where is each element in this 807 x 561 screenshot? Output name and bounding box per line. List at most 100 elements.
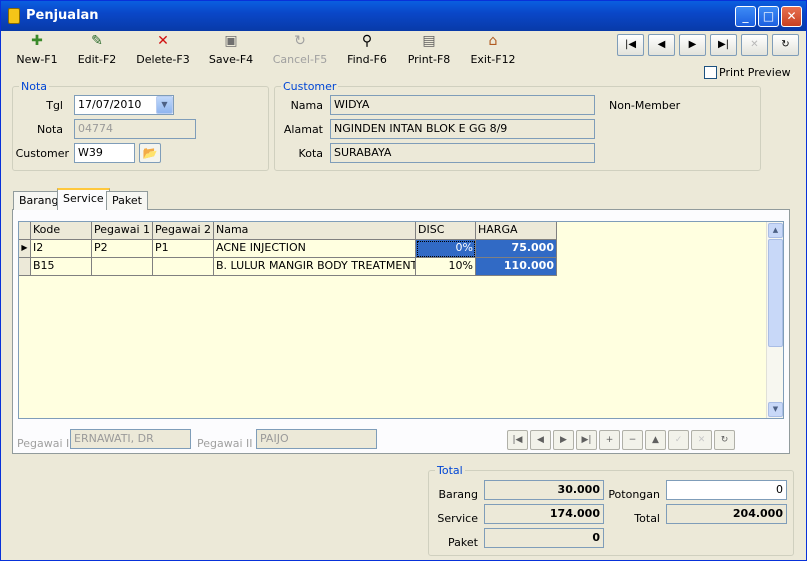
new-button[interactable]: ✚ New-F1 xyxy=(3,33,71,71)
grid-nav-prev-button[interactable]: ◀ xyxy=(530,430,551,450)
col-header-disc[interactable]: DISC xyxy=(416,222,476,240)
col-header-pegawai1[interactable]: Pegawai 1 xyxy=(92,222,153,240)
grid-nav-edit-button[interactable]: ▲ xyxy=(645,430,666,450)
cell-nama[interactable]: B. LULUR MANGIR BODY TREATMENT xyxy=(214,258,416,276)
cell-harga[interactable]: 110.000 xyxy=(476,258,557,276)
close-button[interactable]: ✕ xyxy=(781,6,802,27)
customer-code-field[interactable]: W39 xyxy=(74,143,135,163)
title-bar[interactable]: Penjualan _ □ ✕ xyxy=(1,1,806,31)
pegawai1-label: Pegawai I xyxy=(17,437,70,450)
pegawai2-label: Pegawai II xyxy=(197,437,253,450)
print-button[interactable]: ▤ Print-F8 xyxy=(395,33,463,71)
exit-label: Exit-F12 xyxy=(470,53,516,66)
customer-label: Customer xyxy=(15,147,69,160)
nav-prev-button[interactable]: ◀ xyxy=(648,34,675,56)
app-icon xyxy=(8,8,20,24)
save-icon: ▣ xyxy=(224,33,238,49)
grid-nav-cancel-button[interactable]: ✕ xyxy=(691,430,712,450)
customer-group-title: Customer xyxy=(281,80,339,93)
cell-disc-selected[interactable]: 0% xyxy=(416,240,476,258)
edit-button[interactable]: ✎ Edit-F2 xyxy=(63,33,131,71)
delete-icon: ✕ xyxy=(157,33,169,49)
total-paket-label: Paket xyxy=(448,536,478,549)
pegawai2-field: PAIJO xyxy=(256,429,377,449)
row-indicator-icon: ▶ xyxy=(19,240,31,258)
grid-nav-delete-button[interactable]: − xyxy=(622,430,643,450)
find-button[interactable]: ⚲ Find-F6 xyxy=(333,33,401,71)
scroll-thumb[interactable] xyxy=(768,239,783,347)
grand-total-label: Total xyxy=(634,512,660,525)
delete-label: Delete-F3 xyxy=(136,53,190,66)
date-dropdown-button[interactable]: ▼ xyxy=(156,96,173,114)
print-preview-checkbox[interactable] xyxy=(704,66,717,79)
cell-pegawai2[interactable] xyxy=(153,258,214,276)
pegawai1-field: ERNAWATI, DR xyxy=(70,429,191,449)
find-label: Find-F6 xyxy=(347,53,387,66)
grand-total-field: 204.000 xyxy=(666,504,787,524)
folder-open-icon[interactable]: 📂 xyxy=(139,143,161,163)
grid-nav-refresh-button[interactable]: ↻ xyxy=(714,430,735,450)
cell-pegawai1[interactable] xyxy=(92,258,153,276)
col-header-harga[interactable]: HARGA xyxy=(476,222,557,240)
member-status: Non-Member xyxy=(609,99,681,112)
total-service-field: 174.000 xyxy=(484,504,604,524)
delete-button[interactable]: ✕ Delete-F3 xyxy=(129,33,197,71)
kota-field: SURABAYA xyxy=(330,143,595,163)
grid-nav-first-button[interactable]: |◀ xyxy=(507,430,528,450)
cell-nama[interactable]: ACNE INJECTION xyxy=(214,240,416,258)
nav-next-button[interactable]: ▶ xyxy=(679,34,706,56)
binoculars-icon: ⚲ xyxy=(361,33,373,49)
minimize-button[interactable]: _ xyxy=(735,6,756,27)
cell-kode[interactable]: B15 xyxy=(31,258,92,276)
cell-harga[interactable]: 75.000 xyxy=(476,240,557,258)
tab-paket[interactable]: Paket xyxy=(106,191,148,210)
cancel-icon: ↻ xyxy=(294,33,306,49)
potongan-field[interactable]: 0 xyxy=(666,480,787,500)
tab-service[interactable]: Service xyxy=(57,188,110,210)
cell-pegawai1[interactable]: P2 xyxy=(92,240,153,258)
cell-disc[interactable]: 10% xyxy=(416,258,476,276)
scroll-up-icon[interactable]: ▲ xyxy=(768,223,783,238)
alamat-label: Alamat xyxy=(283,123,323,136)
cancel-label: Cancel-F5 xyxy=(272,53,328,66)
nama-label: Nama xyxy=(290,99,323,112)
edit-label: Edit-F2 xyxy=(77,53,117,66)
maximize-button[interactable]: □ xyxy=(758,6,779,27)
nav-last-button[interactable]: ▶| xyxy=(710,34,737,56)
nama-field: WIDYA xyxy=(330,95,595,115)
grid-vertical-scrollbar[interactable]: ▲ ▼ xyxy=(766,222,783,418)
nav-refresh-button[interactable]: ↻ xyxy=(772,34,799,56)
nav-first-button[interactable]: |◀ xyxy=(617,34,644,56)
total-barang-field: 30.000 xyxy=(484,480,604,500)
cell-pegawai2[interactable]: P1 xyxy=(153,240,214,258)
nota-field: 04774 xyxy=(74,119,196,139)
potongan-label: Potongan xyxy=(608,488,660,501)
print-preview-label: Print Preview xyxy=(719,66,791,79)
table-row[interactable]: ▶ I2 P2 P1 ACNE INJECTION 0% 75.000 xyxy=(19,240,557,258)
nav-cancel-button[interactable]: ✕ xyxy=(741,34,768,56)
kota-label: Kota xyxy=(298,147,323,160)
total-barang-label: Barang xyxy=(438,488,478,501)
penjualan-window: Penjualan _ □ ✕ ✚ New-F1 ✎ Edit-F2 ✕ Del… xyxy=(0,0,807,561)
save-label: Save-F4 xyxy=(208,53,254,66)
grid-nav-next-button[interactable]: ▶ xyxy=(553,430,574,450)
grid-nav-last-button[interactable]: ▶| xyxy=(576,430,597,450)
grid-nav-post-button[interactable]: ✓ xyxy=(668,430,689,450)
edit-icon: ✎ xyxy=(91,33,103,49)
new-icon: ✚ xyxy=(31,33,43,49)
nota-group-title: Nota xyxy=(19,80,50,93)
col-header-kode[interactable]: Kode xyxy=(31,222,92,240)
col-header-nama[interactable]: Nama xyxy=(214,222,416,240)
save-button[interactable]: ▣ Save-F4 xyxy=(197,33,265,71)
grid-header: Kode Pegawai 1 Pegawai 2 Nama DISC HARGA xyxy=(19,222,557,240)
tgl-label: Tgl xyxy=(46,99,63,112)
col-header-pegawai2[interactable]: Pegawai 2 xyxy=(153,222,214,240)
cell-kode[interactable]: I2 xyxy=(31,240,92,258)
exit-button[interactable]: ⌂ Exit-F12 xyxy=(459,33,527,71)
service-grid[interactable]: Kode Pegawai 1 Pegawai 2 Nama DISC HARGA… xyxy=(18,221,784,419)
scroll-down-icon[interactable]: ▼ xyxy=(768,402,783,417)
table-row[interactable]: B15 B. LULUR MANGIR BODY TREATMENT 10% 1… xyxy=(19,258,557,276)
house-icon: ⌂ xyxy=(488,33,498,49)
grid-nav-insert-button[interactable]: + xyxy=(599,430,620,450)
cancel-button[interactable]: ↻ Cancel-F5 xyxy=(266,33,334,71)
